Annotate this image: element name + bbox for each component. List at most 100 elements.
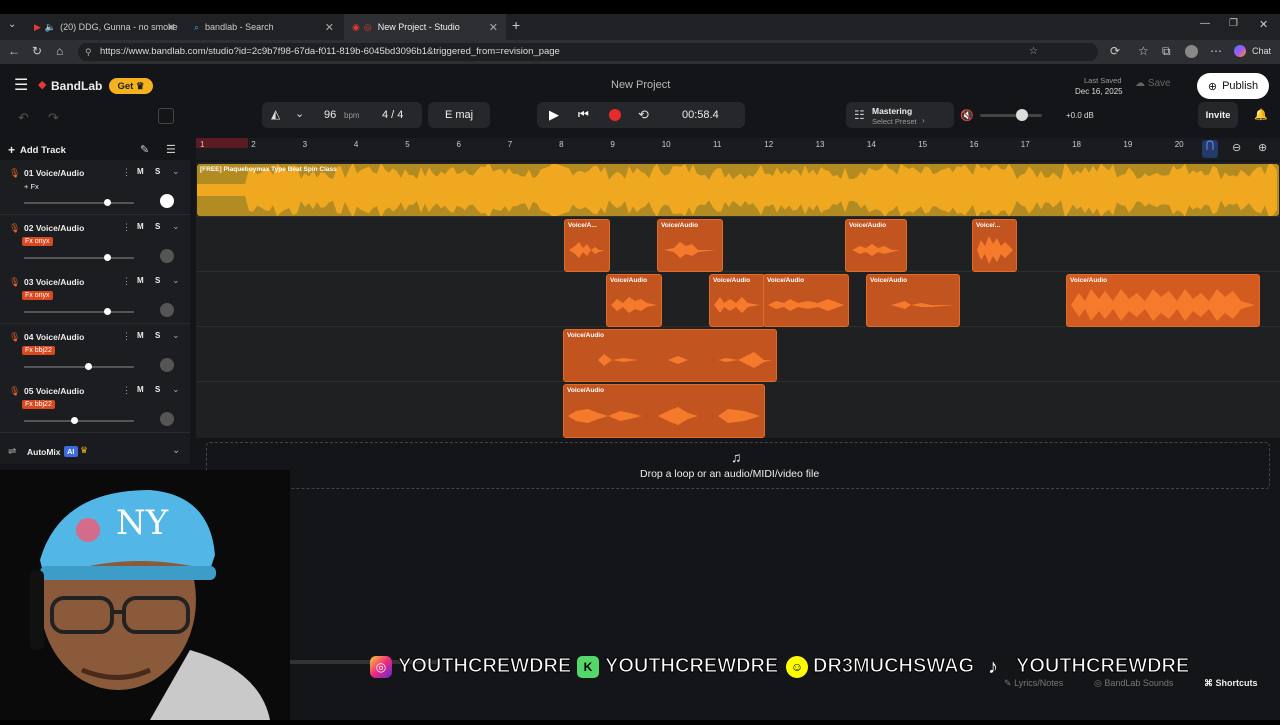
back-icon[interactable]: ← [8,44,20,58]
project-title[interactable]: New Project [611,79,670,91]
track-name[interactable]: 01 Voice/Audio [24,168,84,178]
pan-knob[interactable] [160,357,174,372]
master-volume-slider[interactable] [980,114,1042,117]
skip-back-icon[interactable]: ⏮ [578,107,589,122]
redo-icon[interactable]: ↷ [48,110,59,126]
pan-knob[interactable] [160,412,174,427]
minimize-icon[interactable]: — [1200,18,1210,29]
record-button[interactable] [609,109,621,121]
solo-button[interactable]: S [155,222,160,231]
pan-knob[interactable] [160,194,174,208]
close-icon[interactable]: ✕ [489,21,498,34]
time-signature[interactable]: 4 / 4 [382,109,403,121]
pan-knob[interactable] [160,303,174,318]
clip-voice[interactable]: Voice/Audio [866,274,960,327]
bell-icon[interactable]: 🔔 [1254,108,1268,121]
fx-badge[interactable]: Fx bbj22 [22,345,55,355]
track-lanes[interactable]: [FREE] Plaqueboymax Type Beat Spin Class… [196,162,1280,438]
chevron-down-icon[interactable]: ⌄ [172,275,180,286]
clip-voice[interactable]: Voice/Audio [563,384,765,438]
mute-button[interactable]: M [137,385,144,394]
add-fx-button[interactable]: + Fx [24,182,39,191]
extensions-icon[interactable]: ⟳ [1110,44,1120,58]
track-name[interactable]: 05 Voice/Audio [24,386,84,396]
profile-avatar[interactable] [1185,45,1198,58]
track-volume-slider[interactable] [24,202,134,204]
track-volume-slider[interactable] [24,311,134,314]
clip-voice[interactable]: Voice/Audio [845,219,907,272]
clip-voice[interactable]: Voice/Audio [763,274,849,327]
url-field[interactable]: ⚲ https://www.bandlab.com/studio?id=2c9b… [78,43,1098,61]
track-name[interactable]: 04 Voice/Audio [24,332,84,342]
track-header[interactable]: 🎙 04 Voice/Audio Fx bbj22 ⋮ M S ⌄ [0,323,190,379]
chevron-down-icon[interactable]: ⌄ [172,166,180,177]
clip-voice[interactable]: Voice/Audio [563,329,777,382]
timeline-ruler[interactable]: 1 2 3 4 5 6 7 8 9 10 11 12 13 14 15 16 17 18 19 20 ⋂ ⊖ ⊕ [196,138,1280,160]
track-header[interactable]: 🎙 05 Voice/Audio Fx bbj22 ⋮ M S ⌄ [0,378,190,434]
chevron-down-icon[interactable]: ⌄ [172,384,180,395]
tab-list-icon[interactable]: ⌄ [8,19,16,30]
clip-voice[interactable]: Voice/Audio [1066,274,1260,327]
volume-handle[interactable] [84,362,92,370]
drop-zone[interactable]: ♫ Drop a loop or an audio/MIDI/video fil… [206,442,1270,489]
track-volume-slider[interactable] [24,365,134,368]
tab-youtube[interactable]: ▶ 🔈 (20) DDG, Gunna - no smoke ✕ [26,14,184,40]
undo-icon[interactable]: ↶ [18,110,29,126]
maximize-icon[interactable]: ❐ [1229,18,1238,29]
close-window-icon[interactable]: ✕ [1259,18,1268,31]
track-volume-slider[interactable] [24,256,134,259]
metronome-icon[interactable]: ◭ [271,107,280,121]
bpm-value[interactable]: 96 [324,109,336,121]
volume-handle[interactable] [103,199,111,206]
fx-badge[interactable]: Fx onyx [22,291,53,301]
automix-row[interactable]: ⇌ AutoMix AI ♛ ⌄ [0,440,190,464]
track-name[interactable]: 02 Voice/Audio [24,223,84,233]
pan-knob[interactable] [160,248,174,263]
track-menu-icon[interactable]: ⋮ [122,385,131,396]
mute-button[interactable]: M [137,331,144,340]
bookmark-icon[interactable]: ☆ [1029,43,1038,61]
solo-button[interactable]: S [155,385,160,394]
play-icon[interactable]: ▶ [549,107,559,123]
save-button[interactable]: ☁ Save [1135,78,1171,89]
close-icon[interactable]: ✕ [167,21,176,34]
tab-studio[interactable]: ◉ ◎ New Project - Studio ✕ [344,14,506,40]
track-menu-icon[interactable]: ⋮ [122,222,131,233]
chevron-down-icon[interactable]: ⌄ [172,445,180,456]
track-menu-icon[interactable]: ⋮ [122,167,131,178]
snap-magnet-icon[interactable]: ⋂ [1202,140,1218,158]
filter-icon[interactable]: ☰ [166,143,176,156]
more-icon[interactable]: ⋯ [1210,44,1222,58]
track-header[interactable]: 🎙 02 Voice/Audio Fx onyx ⋮ M S ⌄ [0,214,190,270]
master-volume-knob[interactable] [1016,109,1028,121]
invite-button[interactable]: Invite [1198,102,1238,128]
solo-button[interactable]: S [155,331,160,340]
zoom-out-icon[interactable]: ⊖ [1232,141,1241,154]
mute-button[interactable]: M [137,276,144,285]
hamburger-menu-icon[interactable]: ☰ [14,75,28,95]
solo-button[interactable]: S [155,167,160,176]
volume-handle[interactable] [103,308,111,316]
shortcuts-button[interactable]: ⌘ Shortcuts [1204,678,1258,689]
volume-handle[interactable] [103,253,111,261]
loop-icon[interactable]: ⟲ [638,107,649,123]
solo-button[interactable]: S [155,276,160,285]
view-toggle-icon[interactable] [158,108,174,124]
tab-search[interactable]: ⌕ bandlab - Search ✕ [186,14,342,40]
reload-icon[interactable]: ↻ [32,44,42,58]
chat-label[interactable]: Chat [1252,46,1271,56]
track-menu-icon[interactable]: ⋮ [122,331,131,342]
chevron-down-icon[interactable]: ⌄ [172,221,180,232]
chevron-down-icon[interactable]: ⌄ [172,330,180,341]
mastering-button[interactable]: ☷ Mastering Select Preset › [846,102,954,128]
copilot-icon[interactable] [1234,45,1246,57]
get-membership-button[interactable]: Get ♛ [109,78,153,94]
zoom-in-icon[interactable]: ⊕ [1258,141,1267,154]
clip-voice[interactable]: Voice/Audio [709,274,765,327]
chevron-down-icon[interactable]: ⌄ [295,107,304,120]
track-header[interactable]: 🎙 01 Voice/Audio + Fx ⋮ M S ⌄ [0,160,190,215]
clip-voice[interactable]: Voice/Audio [606,274,662,327]
clip-voice[interactable]: Voice/Audio [657,219,723,272]
track-header[interactable]: 🎙 03 Voice/Audio Fx onyx ⋮ M S ⌄ [0,269,190,325]
new-tab-icon[interactable]: + [512,17,520,33]
